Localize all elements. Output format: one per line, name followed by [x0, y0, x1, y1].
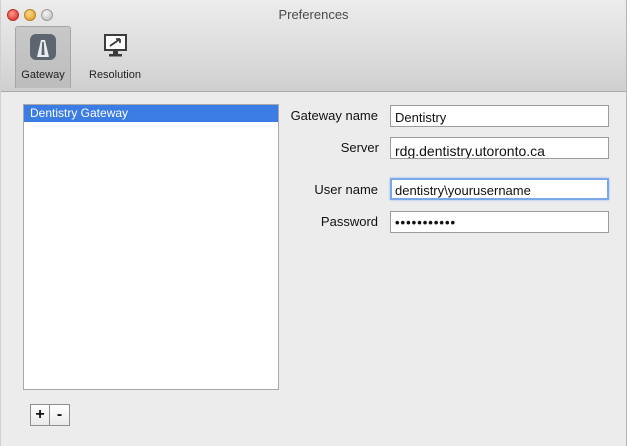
server-field[interactable]: rdg.dentistry.utoronto.ca [390, 137, 609, 159]
gateway-name-label: Gateway name [290, 108, 378, 123]
window-title: Preferences [278, 7, 349, 22]
gateway-name-field[interactable]: Dentistry [390, 105, 609, 127]
toolbar-resolution-button[interactable]: Resolution [81, 26, 149, 88]
password-field[interactable]: ••••••••••• [390, 211, 609, 233]
remove-gateway-button[interactable]: - [50, 404, 70, 426]
password-label: Password [320, 214, 378, 229]
gateway-icon [30, 34, 56, 60]
toolbar-gateway-button[interactable]: Gateway [15, 26, 71, 88]
title-bar: Preferences Gateway Resolution [1, 0, 626, 92]
toolbar-resolution-label: Resolution [89, 69, 141, 81]
preferences-window: Preferences Gateway Resolution Dentistry… [0, 0, 627, 446]
gateway-list: Dentistry Gateway [23, 104, 279, 390]
add-gateway-button[interactable]: + [30, 404, 50, 426]
gateway-list-item[interactable]: Dentistry Gateway [24, 105, 278, 122]
display-icon [104, 34, 127, 57]
user-name-field[interactable]: dentistry\yourusername [390, 178, 609, 200]
server-label: Server [340, 140, 379, 155]
toolbar-gateway-label: Gateway [21, 69, 65, 81]
user-name-label: User name [314, 182, 378, 197]
